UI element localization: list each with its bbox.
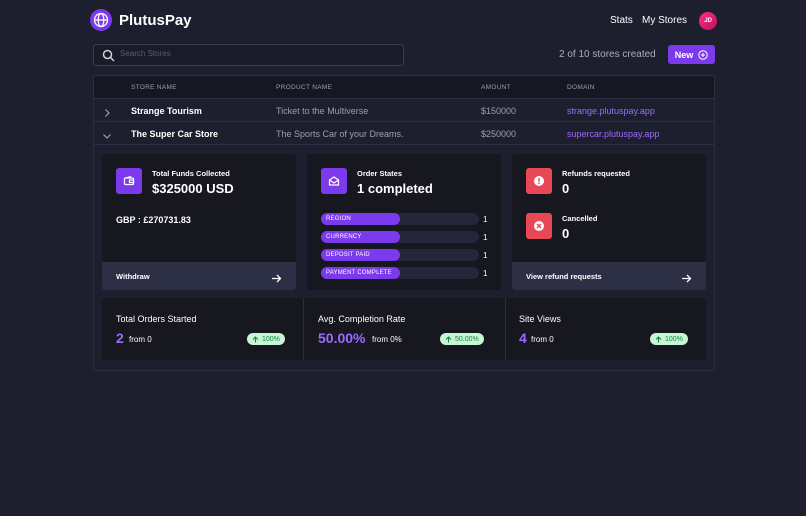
stat-completion-rate: Avg. Completion Rate 50.00% from 0% 50.0…	[304, 298, 505, 360]
column-header-domain: DOMAIN	[567, 84, 595, 91]
order-states-card: Order States 1 completed REGION 1 CURREN…	[307, 154, 501, 290]
stat-from: from 0%	[372, 335, 402, 344]
domain-link[interactable]: supercar.plutuspay.app	[567, 129, 659, 139]
column-header-amount: AMOUNT	[481, 84, 511, 91]
refunds-card: Refunds requested 0 Cancelled 0 View ref…	[512, 154, 706, 290]
order-state-bar: REGION 1	[321, 213, 487, 225]
stat-change-badge: 100%	[247, 333, 285, 345]
wallet-icon	[116, 168, 142, 194]
globe-logo-icon[interactable]	[90, 9, 112, 31]
nav-link-stats[interactable]: Stats	[610, 15, 633, 26]
stat-title: Site Views	[519, 314, 561, 324]
refunds-requested-value: 0	[562, 181, 570, 196]
bar-count: 1	[483, 233, 488, 242]
top-header: PlutusPay Stats My Stores JD	[90, 9, 718, 33]
bar-label: PAYMENT COMPLETE	[326, 270, 392, 276]
arrow-right-icon	[271, 271, 282, 289]
stat-title: Total Orders Started	[116, 314, 197, 324]
stat-title: Avg. Completion Rate	[318, 314, 406, 324]
column-header-store-name: STORE NAME	[131, 84, 177, 91]
withdraw-label: Withdraw	[116, 272, 150, 281]
stat-change: 100%	[262, 335, 280, 343]
stat-total-orders: Total Orders Started 2 from 0 100%	[102, 298, 303, 360]
stat-from: from 0	[531, 335, 554, 344]
table-row[interactable]: Strange Tourism Ticket to the Multiverse…	[94, 99, 714, 122]
bar-count: 1	[483, 269, 488, 278]
arrow-up-icon	[445, 335, 452, 342]
amount: $150000	[481, 106, 517, 116]
product-name: The Sports Car of your Dreams.	[276, 129, 404, 139]
order-state-bar: DEPOSIT PAID 1	[321, 249, 487, 261]
search-icon	[102, 49, 115, 67]
new-button-label: New	[674, 49, 694, 60]
avatar[interactable]: JD	[699, 12, 717, 30]
alert-icon	[526, 168, 552, 194]
cancelled-label: Cancelled	[562, 214, 598, 223]
store-name: Strange Tourism	[131, 106, 202, 116]
domain-link[interactable]: strange.plutuspay.app	[567, 106, 655, 116]
stat-change: 100%	[665, 335, 683, 343]
store-name: The Super Car Store	[131, 129, 219, 139]
view-refund-requests-link[interactable]: View refund requests	[512, 262, 706, 290]
stat-change-badge: 50.00%	[440, 333, 484, 345]
order-states-value: 1 completed	[357, 181, 433, 196]
chevron-right-icon[interactable]	[102, 105, 112, 123]
stores-count: 2 of 10 stores created	[559, 49, 656, 60]
gbp-value: GBP : £270731.83	[116, 215, 191, 225]
view-refund-requests-label: View refund requests	[526, 272, 602, 281]
bar-label: DEPOSIT PAID	[326, 252, 370, 258]
brand-name[interactable]: PlutusPay	[119, 12, 192, 29]
stat-change-badge: 100%	[650, 333, 688, 345]
arrow-up-icon	[252, 335, 259, 342]
bar-label: CURRENCY	[326, 234, 362, 240]
chevron-down-icon[interactable]	[102, 128, 112, 146]
order-state-bar: PAYMENT COMPLETE 1	[321, 267, 487, 279]
cancelled-value: 0	[562, 226, 570, 241]
plus-circle-icon	[698, 49, 708, 60]
table-header: STORE NAME PRODUCT NAME AMOUNT DOMAIN	[94, 76, 714, 99]
order-states-label: Order States	[357, 169, 403, 178]
order-state-bar: CURRENCY 1	[321, 231, 487, 243]
bar-count: 1	[483, 215, 488, 224]
bar-count: 1	[483, 251, 488, 260]
table-row[interactable]: The Super Car Store The Sports Car of yo…	[94, 122, 714, 145]
search-box[interactable]	[93, 44, 404, 66]
column-header-product-name: PRODUCT NAME	[276, 84, 333, 91]
stat-change: 50.00%	[455, 335, 479, 343]
withdraw-link[interactable]: Withdraw	[102, 262, 296, 290]
nav-link-my-stores[interactable]: My Stores	[642, 15, 687, 26]
cancel-icon	[526, 213, 552, 239]
stats-strip: Total Orders Started 2 from 0 100% Avg. …	[102, 298, 706, 360]
arrow-right-icon	[681, 271, 692, 289]
stat-site-views: Site Views 4 from 0 100%	[505, 298, 706, 360]
stat-value: 50.00%	[318, 330, 366, 346]
stat-from: from 0	[129, 335, 152, 344]
new-store-button[interactable]: New	[668, 45, 715, 64]
funds-card: Total Funds Collected $325000 USD GBP : …	[102, 154, 296, 290]
stat-value: 4	[519, 330, 527, 346]
amount: $250000	[481, 129, 517, 139]
bar-label: REGION	[326, 216, 351, 222]
refunds-requested-label: Refunds requested	[562, 169, 630, 178]
stat-value: 2	[116, 330, 124, 346]
mail-open-icon	[321, 168, 347, 194]
search-input[interactable]	[120, 49, 390, 58]
funds-label: Total Funds Collected	[152, 169, 230, 178]
funds-value: $325000 USD	[152, 181, 234, 196]
product-name: Ticket to the Multiverse	[276, 106, 369, 116]
arrow-up-icon	[655, 335, 662, 342]
